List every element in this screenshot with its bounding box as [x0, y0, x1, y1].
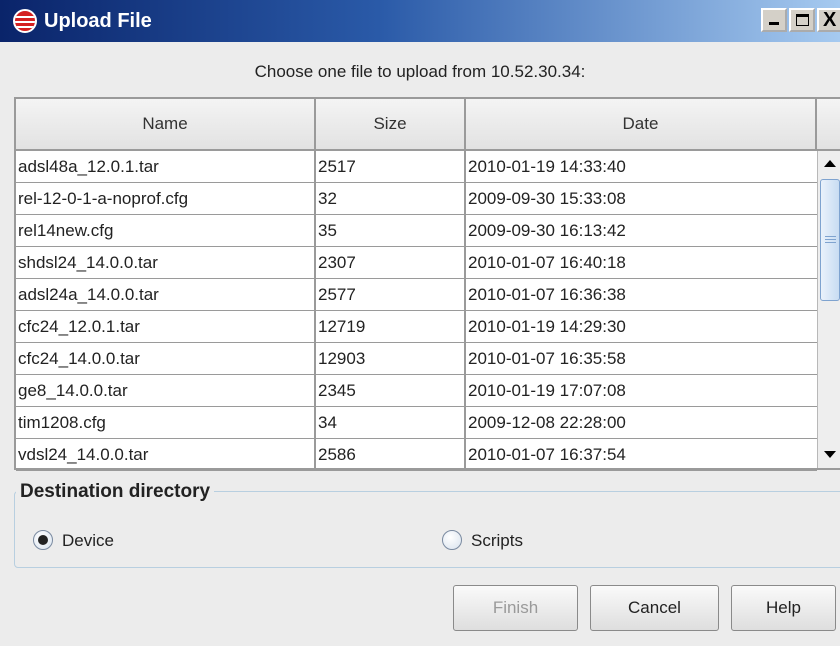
cell-date: 2010-01-19 14:33:40 — [468, 157, 626, 176]
cell-name: rel14new.cfg — [16, 215, 316, 246]
maximize-button[interactable] — [789, 8, 815, 32]
cell-name: adsl48a_12.0.1.tar — [16, 151, 316, 182]
cell-name: cfc24_14.0.0.tar — [16, 343, 316, 374]
table-row[interactable]: cfc24_14.0.0.tar 12903 2010-01-07 16:35:… — [16, 343, 817, 375]
table-row[interactable]: cfc24_12.0.1.tar 12719 2010-01-19 14:29:… — [16, 311, 817, 343]
file-table: Name Size Date adsl48a_12.0.1.tar 2517 2… — [14, 97, 840, 471]
arrow-down-icon — [824, 451, 836, 458]
scroll-down-button[interactable] — [818, 442, 840, 468]
table-row[interactable]: adsl24a_14.0.0.tar 2577 2010-01-07 16:36… — [16, 279, 817, 311]
header-corner — [817, 99, 840, 149]
table-row[interactable]: rel14new.cfg 35 2009-09-30 16:13:42 — [16, 215, 817, 247]
column-header-name[interactable]: Name — [16, 99, 316, 149]
cell-date: 2009-12-08 22:28:00 — [468, 413, 626, 432]
radio-scripts[interactable]: Scripts — [442, 530, 562, 552]
close-button[interactable]: X — [817, 8, 840, 32]
cell-name: adsl24a_14.0.0.tar — [16, 279, 316, 310]
cell-date: 2009-09-30 16:13:42 — [468, 221, 626, 240]
column-header-date[interactable]: Date — [466, 99, 817, 149]
table-row[interactable]: adsl48a_12.0.1.tar 2517 2010-01-19 14:33… — [16, 151, 817, 183]
column-header-size[interactable]: Size — [316, 99, 466, 149]
window-title: Upload File — [44, 10, 152, 32]
cell-size: 12903 — [316, 343, 466, 374]
cell-size: 35 — [316, 215, 466, 246]
arrow-up-icon — [824, 160, 836, 167]
cell-size: 32 — [316, 183, 466, 214]
cell-date: 2010-01-07 16:36:38 — [468, 285, 626, 304]
upload-file-dialog: Upload File X Choose one file to upload … — [0, 0, 840, 646]
cancel-button[interactable]: Cancel — [590, 585, 719, 631]
cell-date: 2010-01-07 16:35:58 — [468, 349, 626, 368]
scroll-thumb[interactable] — [820, 179, 840, 301]
prompt-text: Choose one file to upload from 10.52.30.… — [254, 62, 586, 81]
scroll-up-button[interactable] — [818, 151, 840, 177]
maximize-icon — [796, 14, 809, 26]
cell-date: 2010-01-19 14:29:30 — [468, 317, 626, 336]
cell-size: 2345 — [316, 375, 466, 406]
table-row[interactable]: rel-12-0-1-a-noprof.cfg 32 2009-09-30 15… — [16, 183, 817, 215]
minimize-icon — [769, 22, 779, 25]
radio-device[interactable]: Device — [33, 530, 153, 552]
cell-name: ge8_14.0.0.tar — [16, 375, 316, 406]
cell-date: 2009-09-30 15:33:08 — [468, 189, 626, 208]
minimize-button[interactable] — [761, 8, 787, 32]
cell-size: 2577 — [316, 279, 466, 310]
cell-size: 2307 — [316, 247, 466, 278]
radio-label-scripts: Scripts — [471, 531, 523, 550]
cell-name: cfc24_12.0.1.tar — [16, 311, 316, 342]
table-row[interactable]: shdsl24_14.0.0.tar 2307 2010-01-07 16:40… — [16, 247, 817, 279]
cell-name: vdsl24_14.0.0.tar — [16, 439, 316, 470]
title-bar[interactable]: Upload File X — [0, 0, 840, 42]
table-body: adsl48a_12.0.1.tar 2517 2010-01-19 14:33… — [16, 151, 817, 471]
close-icon: X — [823, 9, 837, 31]
radio-button-selected[interactable] — [33, 530, 53, 550]
table-row[interactable]: ge8_14.0.0.tar 2345 2010-01-19 17:07:08 — [16, 375, 817, 407]
cell-name: shdsl24_14.0.0.tar — [16, 247, 316, 278]
table-row[interactable]: tim1208.cfg 34 2009-12-08 22:28:00 — [16, 407, 817, 439]
cell-size: 2586 — [316, 439, 466, 470]
cell-size: 34 — [316, 407, 466, 438]
radio-label-device: Device — [62, 531, 114, 550]
radio-button-unselected[interactable] — [442, 530, 462, 550]
app-icon — [13, 9, 37, 33]
cell-size: 12719 — [316, 311, 466, 342]
cell-date: 2010-01-07 16:40:18 — [468, 253, 626, 272]
vertical-scrollbar[interactable] — [817, 151, 840, 468]
cell-name: rel-12-0-1-a-noprof.cfg — [16, 183, 316, 214]
cell-date: 2010-01-07 16:37:54 — [468, 445, 626, 464]
cell-date: 2010-01-19 17:07:08 — [468, 381, 626, 400]
help-button[interactable]: Help — [731, 585, 836, 631]
cell-name: tim1208.cfg — [16, 407, 316, 438]
finish-button[interactable]: Finish — [453, 585, 578, 631]
table-header: Name Size Date — [16, 99, 840, 151]
cell-size: 2517 — [316, 151, 466, 182]
destination-legend: Destination directory — [16, 482, 215, 502]
table-row[interactable]: vdsl24_14.0.0.tar 2586 2010-01-07 16:37:… — [16, 439, 817, 471]
